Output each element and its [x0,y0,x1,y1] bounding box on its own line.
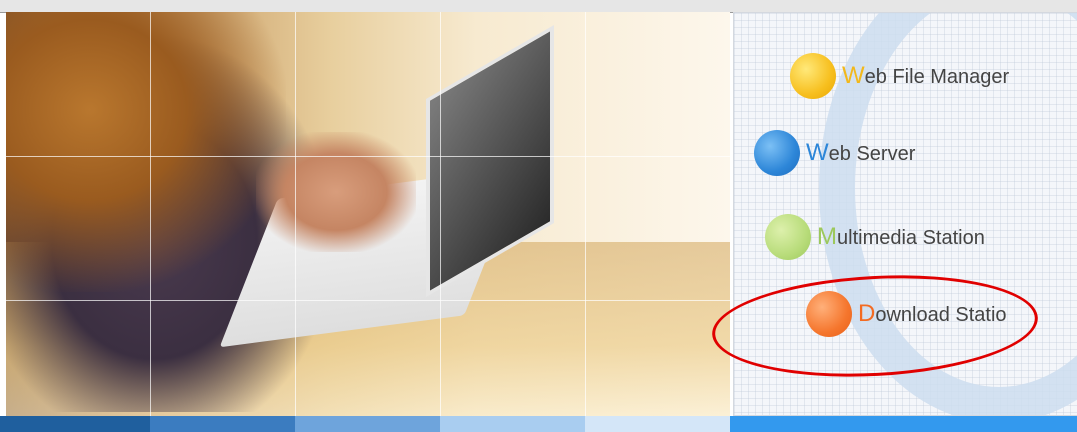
bar-segment [440,416,585,432]
orange-ball-icon [806,291,852,337]
web-server-label: Web Server [806,139,916,166]
blue-ball-icon [754,130,800,176]
web-server-link[interactable]: Web Server [754,130,915,176]
grid-line [150,12,151,416]
grid-line [440,12,441,416]
web-file-manager-label: Web File Manager [842,62,1010,89]
person-hands [256,132,416,252]
bar-segment [585,416,730,432]
multimedia-station-label: Multimedia Station [817,223,985,250]
web-file-manager-link[interactable]: Web File Manager [790,53,1009,99]
person-shirt [6,12,286,292]
bar-segment [0,416,150,432]
station-menu-panel: Web File Manager Web Server Multimedia S… [733,12,1077,416]
yellow-ball-icon [790,53,836,99]
grid-line [295,12,296,416]
multimedia-station-link[interactable]: Multimedia Station [765,214,985,260]
download-station-link[interactable]: Download Statio [806,291,1007,337]
bar-segment [730,416,1077,432]
grid-line [585,12,586,416]
download-station-label: Download Statio [858,300,1007,327]
bar-segment [150,416,295,432]
grid-line [6,300,730,301]
grid-line [6,156,730,157]
hero-photo [6,12,730,416]
bottom-color-bar [0,416,1077,432]
bar-segment [295,416,440,432]
green-ball-icon [765,214,811,260]
